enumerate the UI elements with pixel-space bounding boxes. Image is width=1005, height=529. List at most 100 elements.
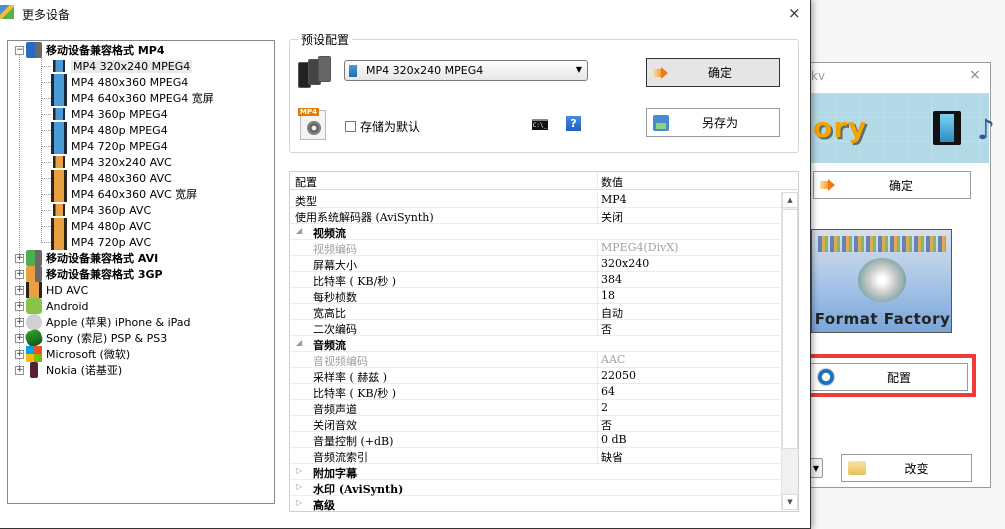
expand-triangle-icon[interactable]: ▷ [296, 482, 302, 491]
background-ok-button[interactable]: 确定 [813, 171, 971, 199]
scroll-up-button[interactable]: ▲ [782, 192, 798, 208]
grid-key: 附加字幕 [313, 467, 357, 480]
tree-label: Nokia (诺基亚) [46, 364, 123, 377]
grid-value[interactable]: 18 [601, 289, 615, 302]
tree-group-avi[interactable]: + 移动设备兼容格式 AVI [15, 250, 158, 266]
expand-icon[interactable]: + [15, 301, 24, 311]
grid-value[interactable]: 384 [601, 273, 622, 286]
collapse-icon[interactable]: − [15, 45, 24, 55]
grid-value[interactable]: 64 [601, 385, 615, 398]
config-button[interactable]: 配置 [810, 363, 968, 391]
save-default-checkbox[interactable]: 存储为默认 [345, 118, 420, 135]
background-close-button[interactable]: × [969, 67, 981, 83]
grid-row[interactable]: 屏幕大小 320x240 [290, 256, 781, 272]
tree-item[interactable]: MP4 480x360 AVC [51, 170, 172, 186]
save-as-button[interactable]: 另存为 [646, 108, 780, 137]
expand-icon[interactable]: + [15, 333, 24, 343]
change-button[interactable]: 改变 [841, 454, 972, 482]
grid-header: 配置 数值 [290, 172, 798, 190]
dropdown-arrow-button[interactable]: ▼ [809, 458, 823, 478]
grid-value[interactable]: 22050 [601, 369, 636, 382]
grid-category[interactable]: ▷ 高级 [290, 496, 781, 511]
tree-item[interactable]: MP4 720p MPEG4 [51, 138, 168, 154]
device-tree[interactable]: − 移动设备兼容格式 MP4 MP4 320x240 MPEG4 MP4 480… [7, 40, 275, 504]
scroll-thumb[interactable] [782, 209, 798, 449]
tree-item[interactable]: MP4 480p AVC [51, 218, 151, 234]
expand-triangle-icon[interactable]: ▷ [296, 466, 302, 475]
grid-row[interactable]: 音量控制 (+dB) 0 dB [290, 432, 781, 448]
expand-icon[interactable]: + [15, 317, 24, 327]
tree-item[interactable]: MP4 360p MPEG4 [51, 106, 168, 122]
tree-item[interactable]: MP4 640x360 MPEG4 宽屏 [51, 90, 214, 106]
tree-label: MP4 480p MPEG4 [71, 123, 168, 137]
grid-row[interactable]: 类型 MP4 [290, 192, 781, 208]
collapse-triangle-icon[interactable]: ◢ [296, 226, 302, 235]
grid-row[interactable]: 关闭音效 否 [290, 416, 781, 432]
film-icon [53, 204, 65, 216]
expand-icon[interactable]: + [15, 285, 24, 295]
tree-item[interactable]: MP4 640x360 AVC 宽屏 [51, 186, 197, 202]
vertical-scrollbar[interactable]: ▲ ▼ [781, 192, 798, 510]
folder-icon [848, 461, 866, 475]
property-grid[interactable]: 配置 数值 类型 MP4 使用系统解码器 (AviSynth) 关闭 ◢ 视频流 视频编码 M… [289, 171, 799, 512]
checkbox-box[interactable] [345, 121, 356, 132]
expand-icon[interactable]: + [15, 365, 24, 375]
grid-value[interactable]: 否 [601, 321, 612, 337]
grid-row[interactable]: 比特率 ( KB/秒 ) 64 [290, 384, 781, 400]
grid-value[interactable]: 关闭 [601, 209, 623, 225]
grid-key: 比特率 ( KB/秒 ) [313, 275, 397, 288]
grid-row[interactable]: 音频声道 2 [290, 400, 781, 416]
tree-group-nokia[interactable]: + Nokia (诺基亚) [15, 362, 122, 378]
grid-category[interactable]: ▷ 附加字幕 [290, 464, 781, 480]
ok-button[interactable]: 确定 [646, 58, 780, 87]
grid-value[interactable]: 0 dB [601, 433, 627, 446]
help-icon[interactable]: ? [566, 116, 581, 131]
tree-item[interactable]: MP4 720p AVC [51, 234, 151, 250]
grid-category[interactable]: ◢ 音频流 [290, 336, 781, 352]
app-icon [0, 5, 14, 19]
tree-item[interactable]: MP4 480x360 MPEG4 [51, 74, 188, 90]
tree-group-sony[interactable]: + Sony (索尼) PSP & PS3 [15, 327, 167, 349]
tree-item[interactable]: MP4 360p AVC [51, 202, 151, 218]
grid-row[interactable]: 音频流索引 缺省 [290, 448, 781, 464]
grid-value[interactable]: MP4 [601, 193, 627, 206]
grid-key: 音视频编码 [313, 355, 368, 368]
grid-key: 比特率 ( KB/秒 ) [313, 387, 397, 400]
grid-row[interactable]: 视频编码 MPEG4(DivX) [290, 240, 781, 256]
preset-dropdown-value: MP4 320x240 MPEG4 [366, 64, 484, 77]
tree-group-3gp[interactable]: + 移动设备兼容格式 3GP [15, 266, 163, 282]
grid-key: 视频流 [313, 227, 346, 240]
tree-group-apple[interactable]: + Apple (苹果) iPhone & iPad [15, 314, 191, 330]
grid-value[interactable]: 缺省 [601, 449, 623, 465]
expand-icon[interactable]: + [15, 269, 24, 279]
expand-icon[interactable]: + [15, 253, 24, 263]
command-line-icon[interactable]: C:\_ [532, 119, 548, 130]
collapse-triangle-icon[interactable]: ◢ [296, 338, 302, 347]
grid-row[interactable]: 音视频编码 AAC [290, 352, 781, 368]
grid-value[interactable]: 2 [601, 401, 608, 414]
tree-group-mp4[interactable]: − 移动设备兼容格式 MP4 [15, 42, 165, 58]
tree-group-microsoft[interactable]: + Microsoft (微软) [15, 346, 130, 362]
grid-row[interactable]: 比特率 ( KB/秒 ) 384 [290, 272, 781, 288]
scroll-down-button[interactable]: ▼ [782, 494, 798, 510]
grid-key: 音频流 [313, 339, 346, 352]
expand-icon[interactable]: + [15, 349, 24, 359]
tree-item[interactable]: MP4 320x240 AVC [51, 154, 172, 170]
grid-value[interactable]: 320x240 [601, 257, 649, 270]
grid-value[interactable]: 自动 [601, 305, 623, 321]
grid-value[interactable]: 否 [601, 417, 612, 433]
grid-row[interactable]: 宽高比 自动 [290, 304, 781, 320]
grid-row[interactable]: 使用系统解码器 (AviSynth) 关闭 [290, 208, 781, 224]
tree-item[interactable]: MP4 320x240 MPEG4 [51, 58, 193, 74]
expand-triangle-icon[interactable]: ▷ [296, 498, 302, 507]
preset-dropdown[interactable]: MP4 320x240 MPEG4 ▼ [344, 60, 588, 81]
close-button[interactable]: × [788, 4, 801, 22]
grid-category[interactable]: ◢ 视频流 [290, 224, 781, 240]
tree-item[interactable]: MP4 480p MPEG4 [51, 122, 168, 138]
tree-group-hd-avc[interactable]: + HD AVC [15, 282, 88, 298]
grid-row[interactable]: 每秒桢数 18 [290, 288, 781, 304]
tree-group-android[interactable]: + Android [15, 298, 89, 314]
grid-category[interactable]: ▷ 水印 (AviSynth) [290, 480, 781, 496]
grid-row[interactable]: 采样率 ( 赫兹 ) 22050 [290, 368, 781, 384]
grid-row[interactable]: 二次编码 否 [290, 320, 781, 336]
